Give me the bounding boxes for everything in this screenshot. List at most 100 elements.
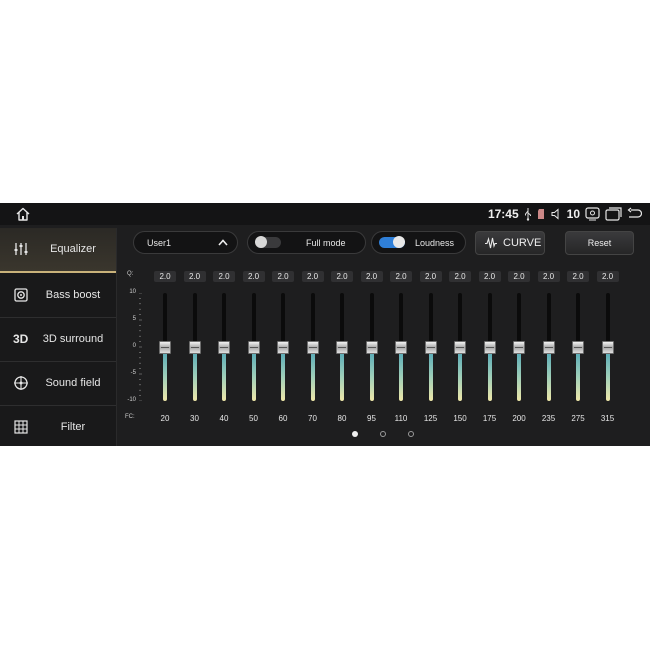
eq-band-20: 2.0 20 bbox=[151, 203, 179, 446]
sidebar: Equalizer Bass boost 3D 3D surround Soun… bbox=[0, 228, 117, 446]
eq-band-40: 2.0 40 bbox=[210, 203, 238, 446]
3d-icon: 3D bbox=[13, 332, 29, 346]
slider-fill bbox=[605, 347, 610, 401]
sidebar-item-bass-boost[interactable]: Bass boost bbox=[0, 274, 116, 318]
slider-fill bbox=[487, 347, 492, 401]
q-value[interactable]: 2.0 bbox=[419, 271, 442, 282]
back-icon[interactable] bbox=[627, 207, 642, 221]
band-frequency: 95 bbox=[367, 414, 376, 423]
q-value[interactable]: 2.0 bbox=[272, 271, 294, 282]
slider-fill bbox=[310, 347, 315, 401]
slider-thumb[interactable] bbox=[159, 341, 171, 354]
eq-band-110: 2.0 110 bbox=[387, 203, 415, 446]
sidebar-item-sound-field[interactable]: Sound field bbox=[0, 362, 116, 406]
band-frequency: 50 bbox=[249, 414, 258, 423]
slider-thumb[interactable] bbox=[306, 341, 319, 354]
slider-fill bbox=[192, 347, 197, 401]
q-value[interactable]: 2.0 bbox=[596, 271, 619, 282]
slider-fill bbox=[576, 347, 580, 401]
q-value[interactable]: 2.0 bbox=[213, 271, 235, 282]
q-value[interactable]: 2.0 bbox=[567, 271, 589, 282]
eq-band-125: 2.0 125 bbox=[417, 203, 445, 446]
band-frequency: 40 bbox=[219, 414, 229, 423]
eq-band-275: 2.0 275 bbox=[564, 203, 592, 446]
page-dot[interactable] bbox=[352, 431, 358, 437]
band-frequency: 175 bbox=[482, 414, 497, 423]
slider-thumb[interactable] bbox=[365, 341, 378, 354]
q-value[interactable]: 2.0 bbox=[537, 271, 560, 282]
slider-thumb[interactable] bbox=[424, 341, 437, 354]
eq-band-200: 2.0 200 bbox=[505, 203, 533, 446]
equalizer-icon bbox=[14, 243, 28, 255]
slider-thumb[interactable] bbox=[277, 341, 289, 354]
gain-tick-label: 10 bbox=[129, 289, 136, 295]
eq-band-95: 2.0 95 bbox=[358, 203, 386, 446]
slider-fill bbox=[369, 347, 374, 401]
sound-field-icon bbox=[14, 376, 28, 390]
filter-grid-icon bbox=[14, 420, 28, 434]
q-value[interactable]: 2.0 bbox=[154, 271, 176, 282]
sidebar-item-3d-surround[interactable]: 3D 3D surround bbox=[0, 318, 116, 362]
slider-fill bbox=[163, 347, 167, 401]
eq-band-70: 2.0 70 bbox=[299, 203, 327, 446]
q-value[interactable]: 2.0 bbox=[508, 271, 530, 282]
sidebar-item-label: 3D surround bbox=[42, 333, 104, 345]
page-dot[interactable] bbox=[408, 431, 414, 437]
q-value[interactable]: 2.0 bbox=[183, 271, 206, 282]
slider-thumb[interactable] bbox=[218, 341, 230, 354]
slider-fill bbox=[251, 347, 256, 401]
band-frequency: 150 bbox=[453, 414, 467, 423]
band-frequency: 200 bbox=[512, 414, 526, 423]
q-value[interactable]: 2.0 bbox=[390, 271, 412, 282]
eq-band-175: 2.0 175 bbox=[476, 203, 504, 446]
sidebar-item-label: Sound field bbox=[45, 377, 101, 389]
sidebar-item-label: Bass boost bbox=[45, 289, 101, 301]
slider-thumb[interactable] bbox=[542, 341, 555, 354]
slider-thumb[interactable] bbox=[247, 341, 260, 354]
slider-thumb[interactable] bbox=[483, 341, 496, 354]
slider-fill bbox=[222, 347, 226, 401]
q-value[interactable]: 2.0 bbox=[242, 271, 265, 282]
page-dot[interactable] bbox=[380, 431, 386, 437]
eq-band-80: 2.0 80 bbox=[328, 203, 356, 446]
slider-fill bbox=[517, 347, 521, 401]
speaker-icon bbox=[14, 288, 28, 302]
eq-band-60: 2.0 60 bbox=[269, 203, 297, 446]
band-frequency: 70 bbox=[308, 414, 317, 423]
band-frequency: 275 bbox=[571, 414, 585, 423]
slider-thumb[interactable] bbox=[395, 341, 407, 354]
q-value[interactable]: 2.0 bbox=[360, 271, 383, 282]
fc-axis-label: FC: bbox=[125, 414, 135, 420]
band-frequency: 125 bbox=[423, 414, 438, 423]
q-value[interactable]: 2.0 bbox=[449, 271, 471, 282]
sidebar-item-label: Filter bbox=[60, 421, 86, 433]
q-axis-label: Q: bbox=[127, 271, 134, 277]
slider-thumb[interactable] bbox=[454, 341, 466, 354]
gain-tick-label: -10 bbox=[127, 397, 136, 403]
slider-thumb[interactable] bbox=[336, 341, 348, 354]
band-frequency: 30 bbox=[190, 414, 199, 423]
gain-tick-label: -5 bbox=[130, 370, 136, 376]
car-audio-screen: 17:45 10 Equalizer Bass boost 3D 3D surr… bbox=[0, 203, 650, 446]
q-value[interactable]: 2.0 bbox=[331, 271, 353, 282]
band-frequency: 110 bbox=[394, 414, 408, 423]
slider-thumb[interactable] bbox=[601, 341, 614, 354]
slider-fill bbox=[399, 347, 403, 401]
home-icon[interactable] bbox=[15, 206, 31, 222]
eq-band-50: 2.0 50 bbox=[240, 203, 268, 446]
gain-tick-marks bbox=[139, 293, 142, 401]
slider-thumb[interactable] bbox=[188, 341, 201, 354]
sidebar-item-equalizer[interactable]: Equalizer bbox=[0, 228, 116, 273]
q-value[interactable]: 2.0 bbox=[301, 271, 324, 282]
band-frequency: 60 bbox=[278, 414, 288, 423]
slider-fill bbox=[340, 347, 344, 401]
slider-fill bbox=[281, 347, 285, 401]
q-value[interactable]: 2.0 bbox=[478, 271, 501, 282]
slider-fill bbox=[546, 347, 551, 401]
band-frequency: 235 bbox=[541, 414, 556, 423]
sidebar-item-filter[interactable]: Filter bbox=[0, 406, 116, 446]
slider-fill bbox=[458, 347, 462, 401]
slider-thumb[interactable] bbox=[513, 341, 525, 354]
slider-thumb[interactable] bbox=[572, 341, 584, 354]
sidebar-item-label: Equalizer bbox=[50, 243, 96, 255]
